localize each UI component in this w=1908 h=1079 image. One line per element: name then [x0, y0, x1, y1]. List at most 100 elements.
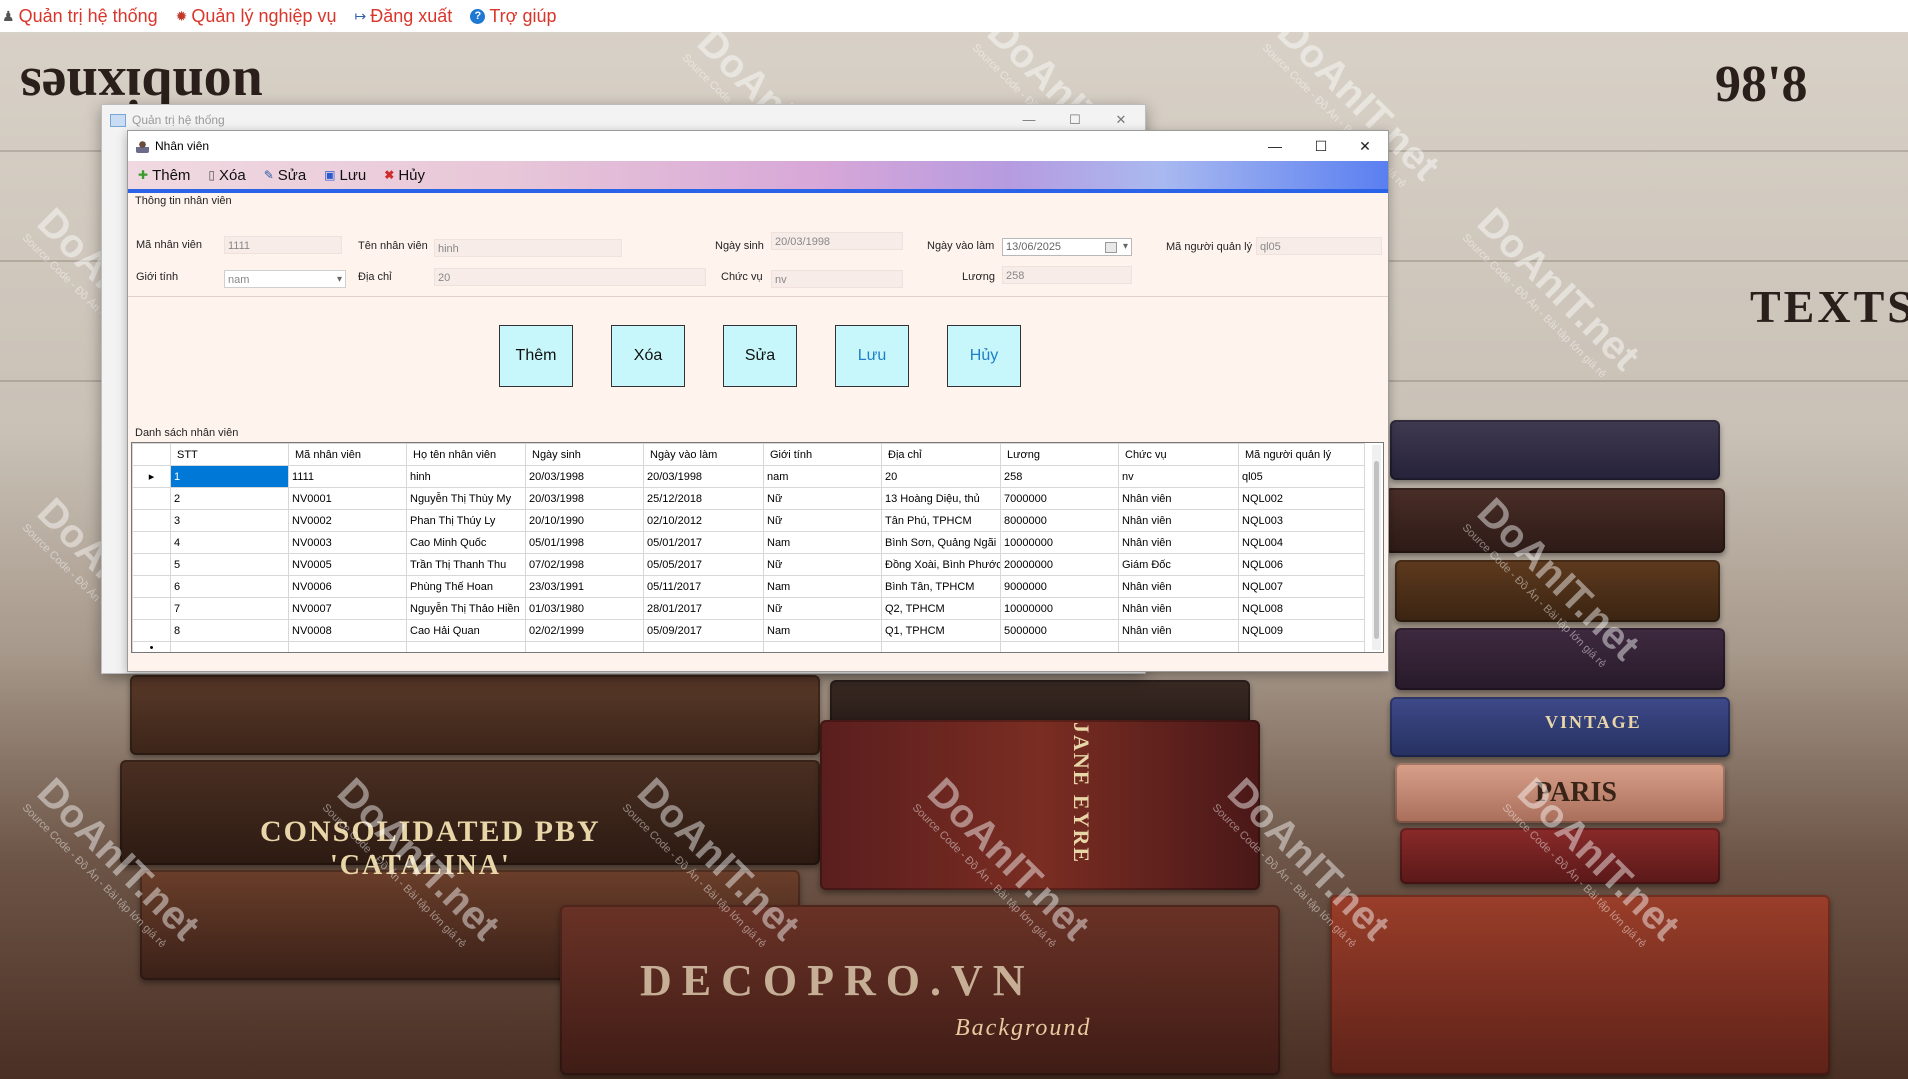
column-header[interactable]: Mã nhân viên — [288, 443, 407, 466]
table-cell[interactable]: 20000000 — [1000, 553, 1119, 576]
column-header[interactable]: Địa chỉ — [881, 443, 1001, 466]
table-cell[interactable]: 5000000 — [1000, 619, 1119, 642]
table-cell[interactable]: 2 — [170, 487, 289, 510]
table-cell[interactable]: 258 — [1000, 465, 1119, 488]
address-field[interactable]: 20 — [434, 268, 706, 286]
table-cell[interactable]: Phan Thị Thúy Ly — [406, 509, 526, 532]
table-cell[interactable]: 8000000 — [1000, 509, 1119, 532]
toolbar-cancel-button[interactable]: ✖ Hủy — [384, 167, 425, 184]
table-cell[interactable]: nam — [763, 465, 882, 488]
table-cell[interactable]: Nguyễn Thị Thảo Hiền — [406, 597, 526, 620]
column-header[interactable]: Ngày sinh — [525, 443, 644, 466]
cancel-button[interactable]: Hủy — [947, 325, 1021, 387]
save-button[interactable]: Lưu — [835, 325, 909, 387]
table-cell[interactable] — [288, 641, 407, 652]
toolbar-add-button[interactable]: ✚ Thêm — [138, 167, 190, 184]
birth-date-field[interactable]: 20/03/1998 — [771, 232, 903, 250]
column-header[interactable]: Họ tên nhân viên — [406, 443, 526, 466]
employee-name-field[interactable]: hinh — [434, 239, 622, 257]
menu-logout[interactable]: ↦ Đăng xuất — [355, 6, 453, 27]
row-header[interactable] — [132, 487, 171, 510]
table-cell[interactable]: NV0001 — [288, 487, 407, 510]
table-cell[interactable]: Nhân viên — [1118, 531, 1239, 554]
table-row[interactable]: ▸ 1 1111 hinh 20/03/1998 20/03/1998 nam … — [132, 465, 1365, 488]
table-cell[interactable]: NV0005 — [288, 553, 407, 576]
toolbar-save-button[interactable]: ▣ Lưu — [324, 167, 366, 184]
employee-id-field[interactable]: 1111 — [224, 236, 342, 254]
hire-date-picker[interactable]: 13/06/2025 ▾ — [1002, 238, 1132, 256]
table-cell[interactable]: 6 — [170, 575, 289, 598]
table-cell[interactable]: NV0007 — [288, 597, 407, 620]
table-cell[interactable]: NQL003 — [1238, 509, 1365, 532]
table-cell[interactable]: NQL008 — [1238, 597, 1365, 620]
table-cell[interactable]: Nguyễn Thị Thùy My — [406, 487, 526, 510]
table-cell[interactable]: Trần Thị Thanh Thu — [406, 553, 526, 576]
table-cell[interactable]: NV0006 — [288, 575, 407, 598]
manager-id-field[interactable]: ql05 — [1256, 237, 1382, 255]
table-cell[interactable]: nv — [1118, 465, 1239, 488]
row-header[interactable] — [132, 531, 171, 554]
table-cell[interactable]: 20/03/1998 — [525, 487, 644, 510]
table-cell[interactable]: 1111 — [288, 465, 407, 488]
table-cell[interactable] — [1000, 641, 1119, 652]
table-cell[interactable]: 5 — [170, 553, 289, 576]
table-cell[interactable]: NQL009 — [1238, 619, 1365, 642]
table-cell[interactable]: 02/02/1999 — [525, 619, 644, 642]
table-cell[interactable]: 05/11/2017 — [643, 575, 764, 598]
table-cell[interactable]: Đồng Xoài, Bình Phước — [881, 553, 1001, 576]
column-header[interactable]: Lương — [1000, 443, 1119, 466]
table-cell[interactable]: 13 Hoàng Diệu, thủ — [881, 487, 1001, 510]
column-header[interactable]: Mã người quản lý — [1238, 443, 1365, 466]
table-cell[interactable]: Cao Hải Quan — [406, 619, 526, 642]
new-row[interactable]: • — [132, 641, 1365, 652]
menu-business-management[interactable]: ✹ Quản lý nghiệp vụ — [176, 6, 337, 27]
table-cell[interactable]: NV0008 — [288, 619, 407, 642]
edit-button[interactable]: Sửa — [723, 325, 797, 387]
table-cell[interactable]: 05/05/2017 — [643, 553, 764, 576]
table-cell[interactable]: Nam — [763, 619, 882, 642]
table-row[interactable]: 8 NV0008 Cao Hải Quan 02/02/1999 05/09/2… — [132, 619, 1365, 642]
table-cell[interactable]: Giám Đốc — [1118, 553, 1239, 576]
minimize-button[interactable]: — — [1252, 131, 1298, 161]
table-cell[interactable]: 9000000 — [1000, 575, 1119, 598]
table-cell[interactable]: Nhân viên — [1118, 509, 1239, 532]
table-cell[interactable]: 01/03/1980 — [525, 597, 644, 620]
table-cell[interactable]: Nam — [763, 531, 882, 554]
table-cell[interactable] — [1118, 641, 1239, 652]
close-button[interactable]: ✕ — [1342, 131, 1388, 161]
table-cell[interactable]: Nhân viên — [1118, 597, 1239, 620]
delete-button[interactable]: Xóa — [611, 325, 685, 387]
table-cell[interactable]: Bình Sơn, Quảng Ngãi — [881, 531, 1001, 554]
table-cell[interactable]: 7000000 — [1000, 487, 1119, 510]
table-cell[interactable]: 05/09/2017 — [643, 619, 764, 642]
table-row[interactable]: 3 NV0002 Phan Thị Thúy Ly 20/10/1990 02/… — [132, 509, 1365, 532]
table-cell[interactable]: NQL002 — [1238, 487, 1365, 510]
table-cell[interactable]: Nhân viên — [1118, 487, 1239, 510]
table-cell[interactable]: Nhân viên — [1118, 619, 1239, 642]
table-cell[interactable]: 20/03/1998 — [525, 465, 644, 488]
scrollbar-thumb[interactable] — [1374, 461, 1379, 639]
table-cell[interactable]: 05/01/2017 — [643, 531, 764, 554]
table-cell[interactable]: 7 — [170, 597, 289, 620]
table-cell[interactable]: Bình Tân, TPHCM — [881, 575, 1001, 598]
table-cell[interactable]: 3 — [170, 509, 289, 532]
table-cell[interactable]: 07/02/1998 — [525, 553, 644, 576]
table-cell[interactable]: 20/03/1998 — [643, 465, 764, 488]
table-cell[interactable]: 25/12/2018 — [643, 487, 764, 510]
row-header[interactable] — [132, 575, 171, 598]
table-cell[interactable]: Nữ — [763, 509, 882, 532]
position-field[interactable]: nv — [771, 270, 903, 288]
table-cell[interactable]: NV0003 — [288, 531, 407, 554]
table-cell[interactable]: Nữ — [763, 553, 882, 576]
table-cell[interactable]: Nhân viên — [1118, 575, 1239, 598]
table-cell[interactable]: ql05 — [1238, 465, 1365, 488]
table-row[interactable]: 5 NV0005 Trần Thị Thanh Thu 07/02/1998 0… — [132, 553, 1365, 576]
table-cell[interactable]: 20 — [881, 465, 1001, 488]
table-cell[interactable]: 10000000 — [1000, 597, 1119, 620]
column-header[interactable]: Chức vụ — [1118, 443, 1239, 466]
table-cell[interactable]: Cao Minh Quốc — [406, 531, 526, 554]
table-cell[interactable] — [1238, 641, 1365, 652]
table-cell[interactable] — [406, 641, 526, 652]
menu-system-admin[interactable]: ♟ Quản trị hệ thống — [2, 6, 158, 27]
table-cell[interactable]: Q1, TPHCM — [881, 619, 1001, 642]
